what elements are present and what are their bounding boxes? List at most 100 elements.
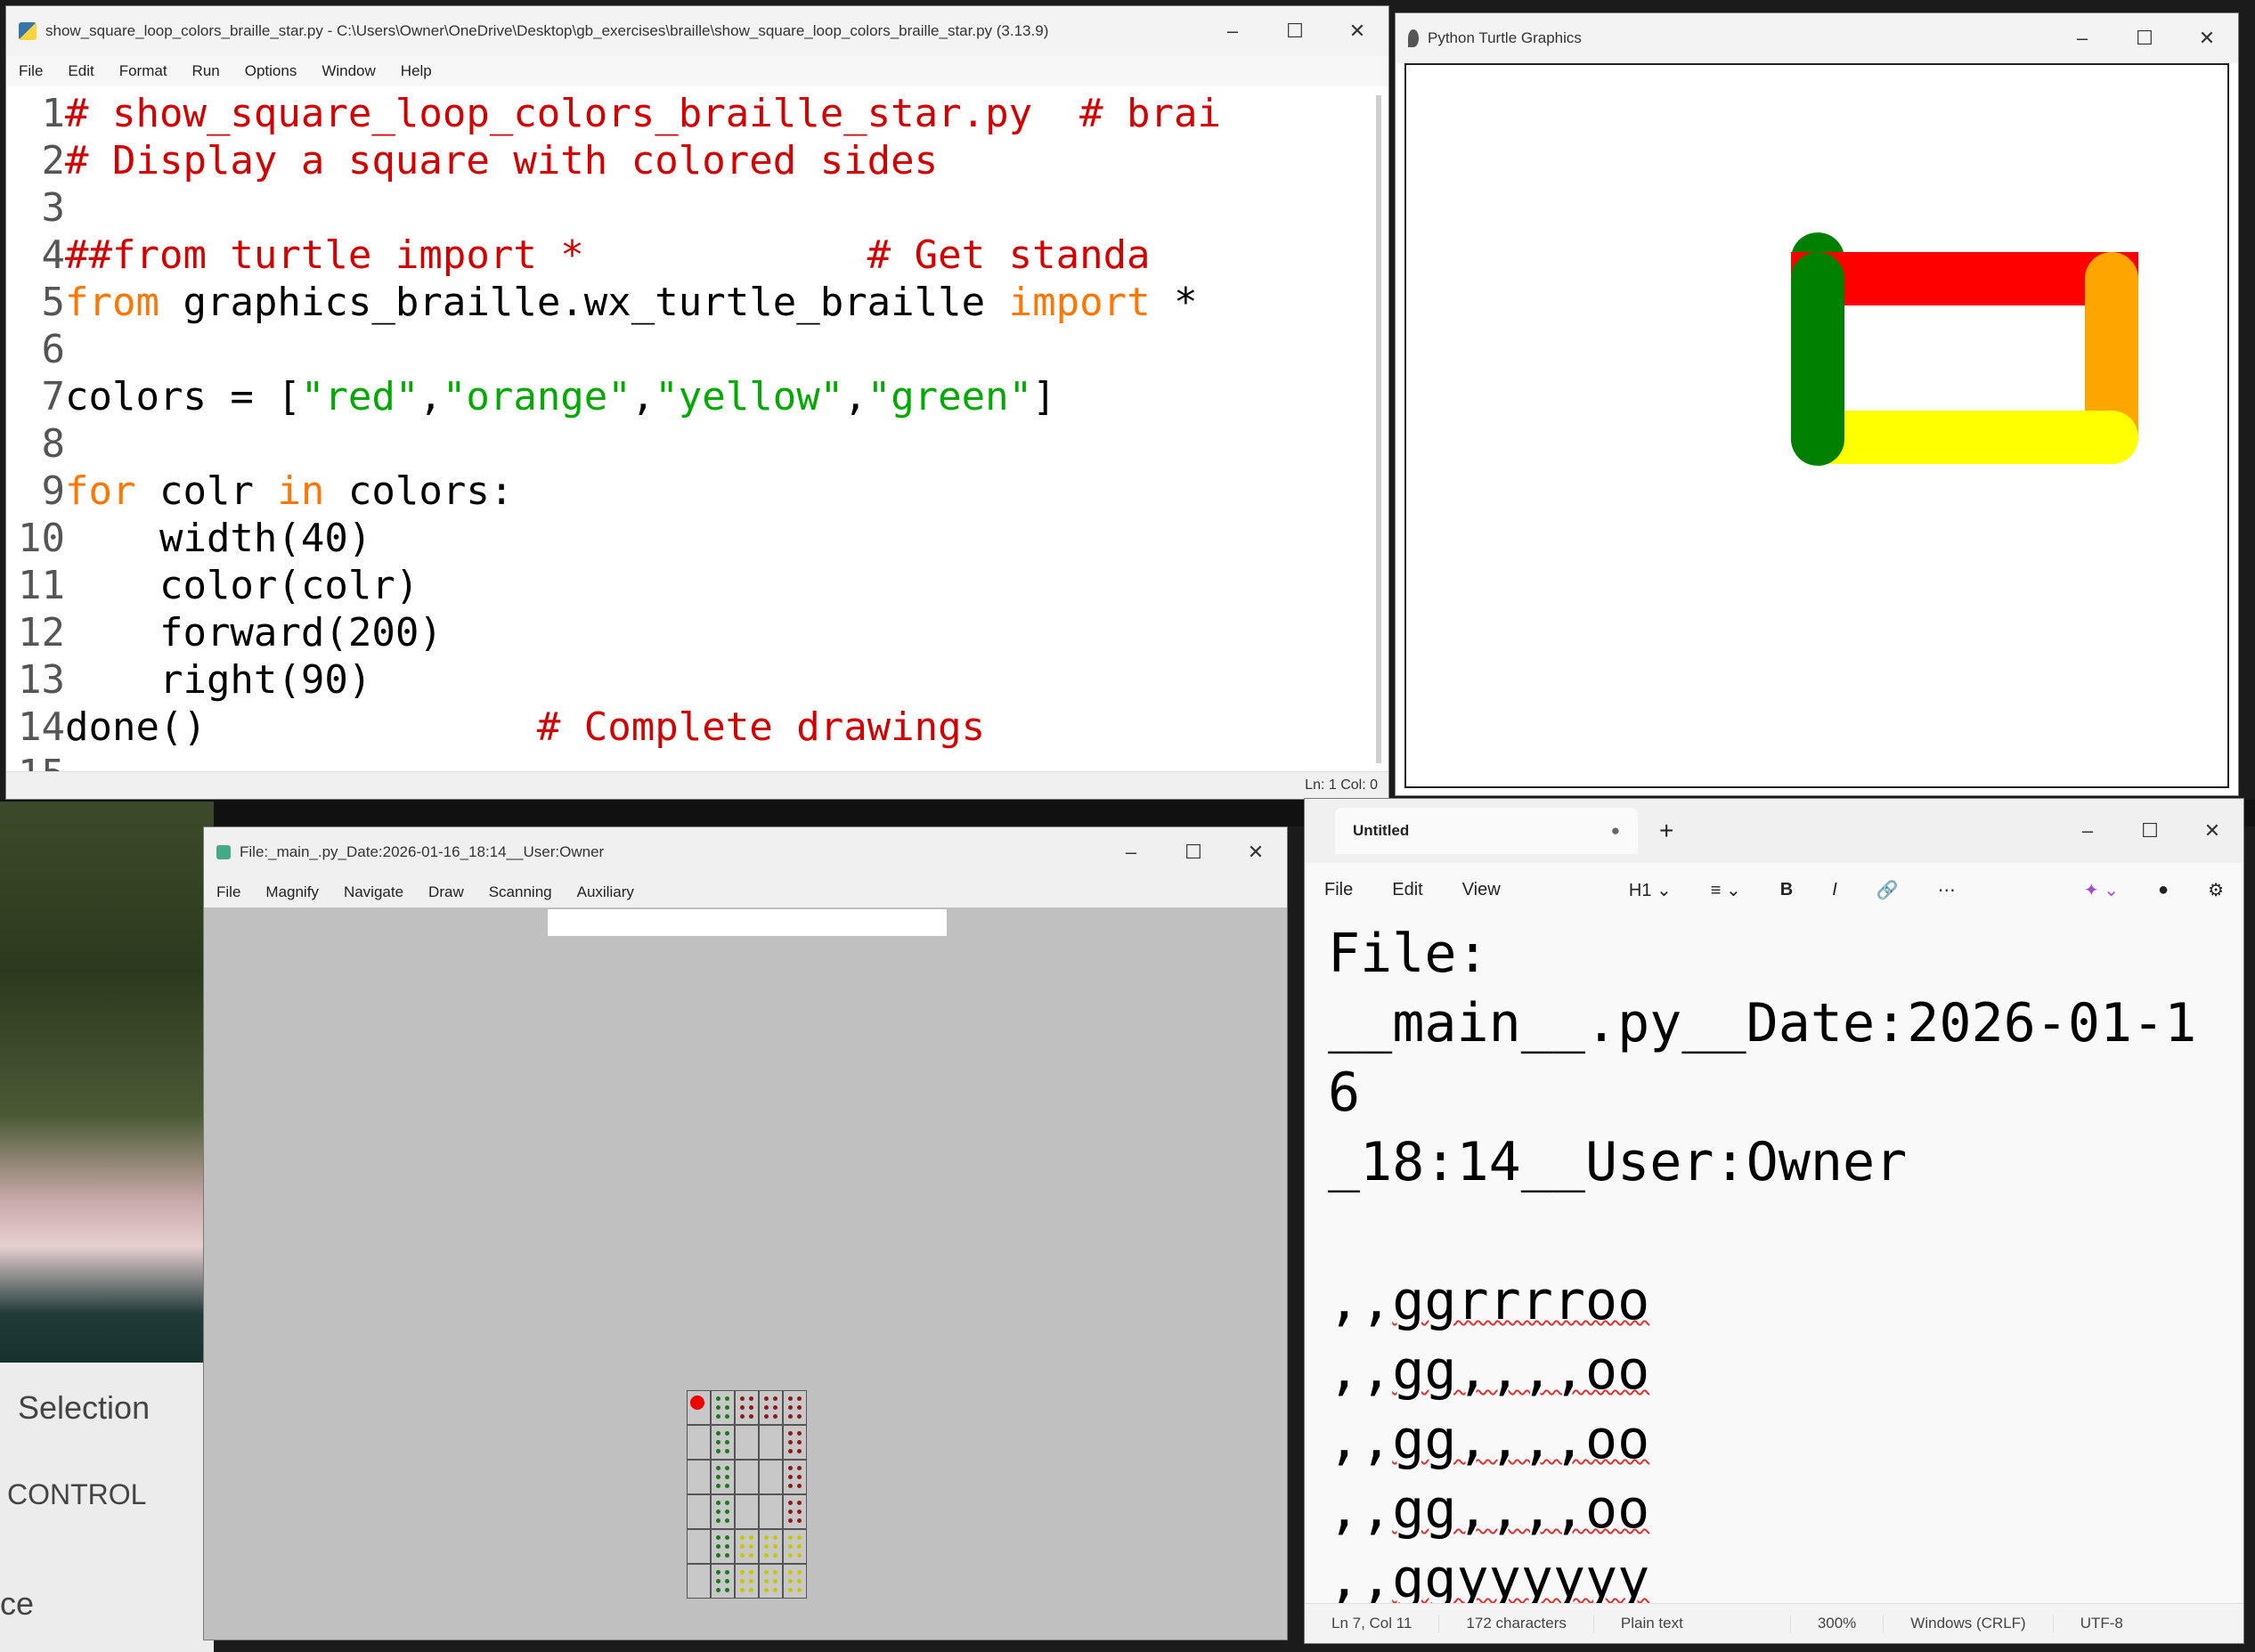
braille-cell[interactable] <box>687 1529 711 1564</box>
list-icon[interactable]: ≡ ⌄ <box>1691 879 1761 901</box>
gear-icon[interactable]: ⚙ <box>2188 879 2243 901</box>
braille-cell[interactable] <box>759 1494 783 1529</box>
close-icon[interactable]: ✕ <box>2181 819 2243 842</box>
braille-dot <box>740 1588 745 1592</box>
braille-cell[interactable] <box>759 1390 783 1425</box>
braille-menu-auxiliary[interactable]: Auxiliary <box>565 883 647 901</box>
braille-cell[interactable] <box>783 1425 807 1460</box>
braille-cell[interactable] <box>783 1529 807 1564</box>
braille-cell[interactable] <box>687 1425 711 1460</box>
notepad-titlebar[interactable]: Untitled ● + – ☐ ✕ <box>1305 799 2243 863</box>
maximize-icon[interactable]: ☐ <box>2113 27 2176 50</box>
braille-cell[interactable] <box>759 1425 783 1460</box>
braille-cell[interactable] <box>759 1564 783 1599</box>
braille-cell[interactable] <box>735 1425 759 1460</box>
heading-dropdown[interactable]: H1 ⌄ <box>1609 879 1691 901</box>
idle-menu-file[interactable]: File <box>6 62 55 80</box>
braille-cell[interactable] <box>711 1564 735 1599</box>
braille-dot <box>797 1449 802 1453</box>
braille-menu-navigate[interactable]: Navigate <box>331 883 416 901</box>
notepad-text-area[interactable]: File: __main__.py__Date:2026-01-16 _18:1… <box>1328 919 2208 1643</box>
idle-menu-format[interactable]: Format <box>107 62 180 80</box>
braille-text-box[interactable] <box>548 909 947 936</box>
tab-untitled[interactable]: Untitled ● <box>1335 808 1638 854</box>
braille-dot <box>797 1579 802 1583</box>
copilot-icon[interactable]: ✦ ⌄ <box>2064 879 2138 901</box>
idle-menu-edit[interactable]: Edit <box>55 62 106 80</box>
close-icon[interactable]: ✕ <box>2176 27 2238 50</box>
idle-menu-window[interactable]: Window <box>309 62 387 80</box>
line-ending[interactable]: Windows (CRLF) <box>1884 1615 2054 1632</box>
braille-cell[interactable] <box>735 1390 759 1425</box>
braille-cell[interactable] <box>687 1494 711 1529</box>
idle-titlebar[interactable]: show_square_loop_colors_braille_star.py … <box>6 6 1388 56</box>
braille-menubar: File Magnify Navigate Draw Scanning Auxiliary <box>204 877 1287 907</box>
code-line: 14done() # Complete drawings <box>6 704 985 751</box>
zoom-level[interactable]: 300% <box>1791 1615 1885 1632</box>
braille-cell[interactable] <box>711 1390 735 1425</box>
menu-view[interactable]: View <box>1443 880 1520 900</box>
braille-dot <box>788 1570 793 1575</box>
close-icon[interactable]: ✕ <box>1225 841 1287 864</box>
more-icon[interactable]: ⋯ <box>1918 879 1975 901</box>
line-number: 4 <box>41 232 66 278</box>
braille-cell[interactable] <box>783 1494 807 1529</box>
turtle-canvas[interactable] <box>1404 63 2229 788</box>
close-icon[interactable]: ✕ <box>1326 20 1388 43</box>
braille-cell[interactable] <box>783 1564 807 1599</box>
line-number: 8 <box>41 421 66 467</box>
italic-icon[interactable]: I <box>1812 880 1857 900</box>
braille-cell[interactable] <box>735 1529 759 1564</box>
braille-dot <box>716 1414 720 1419</box>
menu-file[interactable]: File <box>1305 880 1372 900</box>
braille-cell[interactable] <box>687 1564 711 1599</box>
braille-dot <box>725 1535 729 1540</box>
maximize-icon[interactable]: ☐ <box>2119 819 2181 842</box>
maximize-icon[interactable]: ☐ <box>1162 841 1225 864</box>
account-icon[interactable]: ● <box>2138 880 2188 900</box>
braille-dot <box>797 1553 802 1558</box>
braille-dot <box>716 1484 720 1488</box>
braille-cell[interactable] <box>735 1460 759 1494</box>
braille-dot <box>725 1484 729 1488</box>
code-token: in <box>277 468 325 514</box>
bold-icon[interactable]: B <box>1761 880 1812 900</box>
vertical-scrollbar[interactable] <box>1376 95 1381 763</box>
braille-menu-draw[interactable]: Draw <box>416 883 476 901</box>
braille-titlebar[interactable]: File:_main_.py_Date:2026-01-16_18:14__Us… <box>204 827 1287 877</box>
braille-cell[interactable] <box>711 1494 735 1529</box>
braille-cell[interactable] <box>711 1529 735 1564</box>
braille-menu-file[interactable]: File <box>204 883 253 901</box>
minimize-icon[interactable]: – <box>1201 20 1264 43</box>
braille-cell[interactable] <box>735 1564 759 1599</box>
turtle-titlebar[interactable]: Python Turtle Graphics – ☐ ✕ <box>1396 13 2238 63</box>
idle-menu-options[interactable]: Options <box>232 62 310 80</box>
idle-menu-run[interactable]: Run <box>180 62 232 80</box>
text-format[interactable]: Plain text <box>1594 1615 1791 1632</box>
braille-cell[interactable] <box>735 1494 759 1529</box>
braille-dot <box>773 1588 777 1592</box>
braille-cell[interactable] <box>759 1529 783 1564</box>
feather-icon <box>1408 29 1419 47</box>
link-icon[interactable]: 🔗 <box>1857 879 1918 901</box>
braille-cell[interactable] <box>783 1460 807 1494</box>
braille-menu-magnify[interactable]: Magnify <box>253 883 331 901</box>
maximize-icon[interactable]: ☐ <box>1264 20 1326 43</box>
idle-menu-help[interactable]: Help <box>388 62 444 80</box>
notepad-window: Untitled ● + – ☐ ✕ File Edit View H1 ⌄ ≡… <box>1304 798 2244 1644</box>
minimize-icon[interactable]: – <box>2051 27 2113 50</box>
braille-cell[interactable] <box>711 1460 735 1494</box>
braille-cell[interactable] <box>759 1460 783 1494</box>
braille-menu-scanning[interactable]: Scanning <box>476 883 565 901</box>
code-editor[interactable]: 1# show_square_loop_colors_braille_star.… <box>6 86 1369 797</box>
braille-cell[interactable] <box>687 1460 711 1494</box>
braille-cell[interactable] <box>783 1390 807 1425</box>
new-tab-icon[interactable]: + <box>1638 817 1695 845</box>
code-token: # Complete drawings <box>206 704 986 750</box>
menu-edit[interactable]: Edit <box>1372 880 1442 900</box>
braille-cell[interactable] <box>711 1425 735 1460</box>
braille-dot <box>797 1484 802 1488</box>
encoding[interactable]: UTF-8 <box>2054 1615 2150 1632</box>
minimize-icon[interactable]: – <box>2056 819 2119 842</box>
minimize-icon[interactable]: – <box>1100 841 1162 864</box>
